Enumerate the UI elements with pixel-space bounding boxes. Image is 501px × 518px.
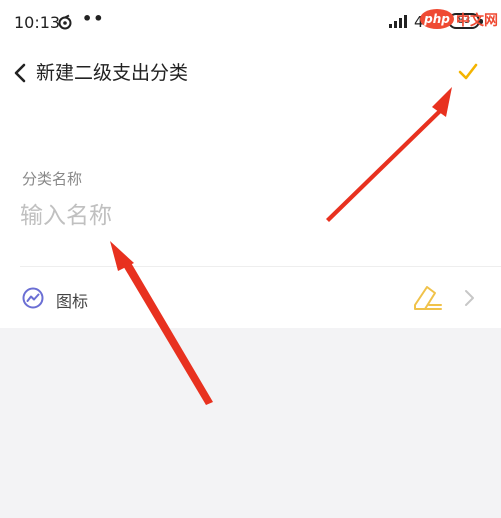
form-card: 分类名称 图标 (0, 100, 501, 328)
status-more-dots: •• (82, 9, 105, 28)
checkmark-icon[interactable] (456, 60, 480, 84)
category-name-input[interactable] (20, 196, 480, 236)
watermark-text: 中文网 (456, 13, 498, 29)
chevron-left-icon[interactable] (10, 62, 32, 84)
pencil-edit-icon[interactable] (411, 283, 443, 313)
chevron-right-icon (465, 290, 474, 306)
page-title: 新建二级支出分类 (36, 62, 189, 84)
watermark-logo: php (420, 9, 454, 29)
trend-circle-icon (22, 287, 44, 309)
app-notification-icon (58, 14, 72, 30)
icon-select-row[interactable]: 图标 (0, 267, 501, 328)
status-time: 10:13 (14, 13, 61, 32)
category-name-label: 分类名称 (22, 170, 83, 188)
icon-row-label: 图标 (56, 292, 89, 311)
signal-strength-icon (389, 15, 407, 28)
navigation-bar: 新建二级支出分类 (0, 44, 501, 100)
